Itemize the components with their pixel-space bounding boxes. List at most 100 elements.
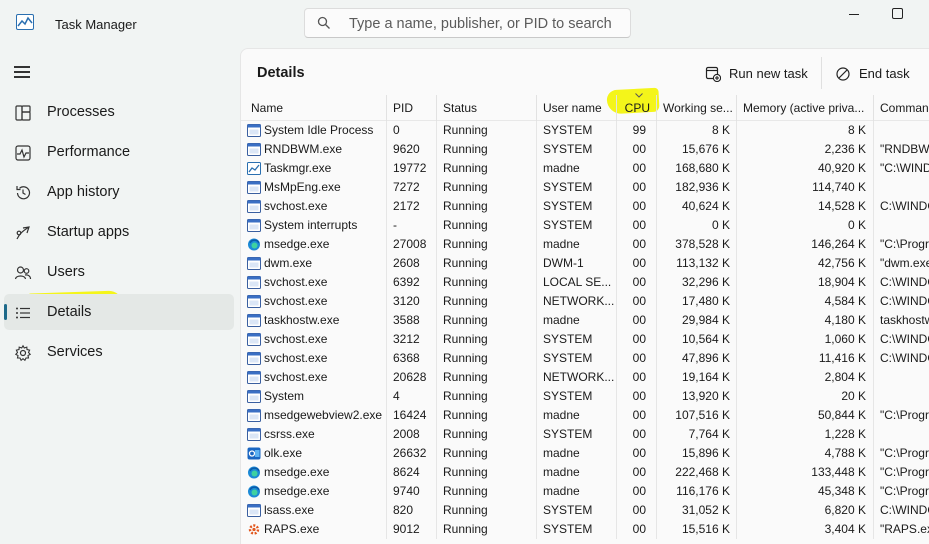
column-separator — [436, 520, 437, 539]
table-row[interactable]: msedge.exe 8624 Running madne 00 222,468 K 133… — [241, 463, 929, 482]
column-separator — [436, 197, 437, 216]
maximize-button[interactable] — [892, 8, 903, 19]
table-row[interactable]: svchost.exe 3120 Running NETWORK... 00 17,480… — [241, 292, 929, 311]
column-separator — [436, 387, 437, 406]
cell-status: Running — [443, 237, 488, 251]
search-input[interactable] — [349, 14, 619, 34]
cell-working-set: 168,680 K — [675, 161, 730, 175]
search-box[interactable] — [304, 8, 631, 38]
column-header-pid[interactable]: PID — [386, 95, 436, 121]
cell-pid: 26632 — [393, 446, 427, 460]
table-row[interactable]: System interrupts - Running SYSTEM 00 0 K 0 K — [241, 216, 929, 235]
cell-status: Running — [443, 180, 488, 194]
table-row[interactable]: msedge.exe 9740 Running madne 00 116,176 K 45,… — [241, 482, 929, 501]
cell-working-set: 182,936 K — [675, 180, 730, 194]
app-title: Task Manager — [55, 17, 137, 32]
column-separator — [386, 349, 387, 368]
column-separator — [873, 520, 874, 539]
column-header-cpu[interactable]: CPU — [616, 95, 656, 121]
cell-working-set: 116,176 K — [676, 484, 730, 498]
sidebar-item-services[interactable]: Services — [4, 334, 234, 370]
cell-working-set: 7,764 K — [688, 427, 730, 441]
cell-pid: - — [393, 218, 397, 232]
cell-status: Running — [443, 123, 488, 137]
table-row[interactable]: svchost.exe 20628 Running NETWORK... 00 19,16… — [241, 368, 929, 387]
cell-user-name: SYSTEM — [543, 389, 593, 403]
table-row[interactable]: dwm.exe 2608 Running DWM-1 00 113,132 K 42,756… — [241, 254, 929, 273]
table-row[interactable]: System Idle Process 0 Running SYSTEM 99 8 K 8 … — [241, 121, 929, 140]
cell-pid: 6368 — [393, 351, 420, 365]
search-icon — [317, 16, 330, 29]
column-separator — [536, 159, 537, 178]
cell-status: Running — [443, 313, 488, 327]
table-row[interactable]: svchost.exe 3212 Running SYSTEM 00 10,564 K 1,… — [241, 330, 929, 349]
cell-user-name: SYSTEM — [543, 123, 593, 137]
cell-working-set: 222,468 K — [675, 465, 730, 479]
column-separator — [386, 254, 387, 273]
cell-memory: 20 K — [841, 389, 866, 403]
table-row[interactable]: System 4 Running SYSTEM 00 13,920 K 20 K — [241, 387, 929, 406]
sidebar-item-startup-apps[interactable]: Startup apps — [4, 214, 234, 250]
edge-icon — [248, 238, 260, 251]
table-row[interactable]: svchost.exe 6392 Running LOCAL SE... 00 32,29… — [241, 273, 929, 292]
column-separator — [436, 178, 437, 197]
table-row[interactable]: svchost.exe 6368 Running SYSTEM 00 47,896 K 11… — [241, 349, 929, 368]
column-header-working-set[interactable]: Working se... — [656, 95, 736, 121]
column-separator — [436, 273, 437, 292]
cell-working-set: 29,984 K — [681, 313, 730, 327]
outlook-icon — [247, 447, 261, 460]
sidebar-item-details[interactable]: Details — [4, 294, 234, 330]
table-row[interactable]: Taskmgr.exe 19772 Running madne 00 168,680 K 4… — [241, 159, 929, 178]
column-separator — [873, 235, 874, 254]
table-row[interactable]: RAPS.exe 9012 Running SYSTEM 00 15,516 K 3,404… — [241, 520, 929, 539]
window-icon — [247, 276, 261, 289]
table-row[interactable]: msedgewebview2.exe 16424 Running madne 00 107… — [241, 406, 929, 425]
column-header-memory[interactable]: Memory (active priva... — [736, 95, 873, 121]
sidebar-item-app-history[interactable]: App history — [4, 174, 234, 210]
cell-cpu: 00 — [632, 465, 646, 479]
hamburger-menu-icon[interactable] — [14, 64, 32, 78]
table-row[interactable]: msedge.exe 27008 Running madne 00 378,528 K 14… — [241, 235, 929, 254]
table-row[interactable]: svchost.exe 2172 Running SYSTEM 00 40,624 K 14… — [241, 197, 929, 216]
column-separator — [873, 311, 874, 330]
cell-process-name: RNDBWM.exe — [264, 142, 343, 156]
table-row[interactable]: MsMpEng.exe 7272 Running SYSTEM 00 182,936 K 1… — [241, 178, 929, 197]
table-row[interactable]: olk.exe 26632 Running madne 00 15,896 K 4,788 … — [241, 444, 929, 463]
cell-cpu: 00 — [632, 427, 646, 441]
column-header-command-line[interactable]: Comman — [873, 95, 929, 121]
minimize-button[interactable] — [846, 4, 862, 24]
cell-process-name: lsass.exe — [264, 503, 315, 517]
table-row[interactable]: lsass.exe 820 Running SYSTEM 00 31,052 K 6,820… — [241, 501, 929, 520]
column-separator — [386, 121, 387, 140]
column-header-status[interactable]: Status — [436, 95, 536, 121]
table-row[interactable]: taskhostw.exe 3588 Running madne 00 29,984 K 4… — [241, 311, 929, 330]
table-row[interactable]: RNDBWM.exe 9620 Running SYSTEM 00 15,676 K 2,2… — [241, 140, 929, 159]
column-separator — [436, 140, 437, 159]
column-separator — [536, 311, 537, 330]
services-icon — [14, 344, 32, 362]
column-header-name[interactable]: Name — [241, 95, 386, 121]
cell-command-line: "C:\WIND — [880, 161, 929, 175]
column-separator — [536, 292, 537, 311]
column-separator — [386, 292, 387, 311]
run-new-task-button[interactable]: Run new task — [705, 65, 815, 85]
column-separator — [873, 178, 874, 197]
column-header-user-name[interactable]: User name — [536, 95, 616, 121]
cell-pid: 4 — [393, 389, 400, 403]
cell-pid: 2008 — [393, 427, 420, 441]
cell-process-name: MsMpEng.exe — [264, 180, 341, 194]
end-task-button[interactable]: End task — [835, 65, 915, 85]
sidebar-item-users[interactable]: Users — [4, 254, 234, 290]
column-separator — [536, 387, 537, 406]
cell-working-set: 32,296 K — [681, 275, 730, 289]
sidebar-item-performance[interactable]: Performance — [4, 134, 234, 170]
cell-cpu: 00 — [632, 180, 646, 194]
sidebar-item-label: Startup apps — [47, 224, 130, 240]
sidebar-item-processes[interactable]: Processes — [4, 94, 234, 130]
cell-working-set: 31,052 K — [681, 503, 730, 517]
cell-working-set: 10,564 K — [681, 332, 730, 346]
edge-icon — [248, 466, 260, 479]
cell-cpu: 00 — [632, 503, 646, 517]
column-separator — [386, 216, 387, 235]
table-row[interactable]: csrss.exe 2008 Running SYSTEM 00 7,764 K 1,228… — [241, 425, 929, 444]
